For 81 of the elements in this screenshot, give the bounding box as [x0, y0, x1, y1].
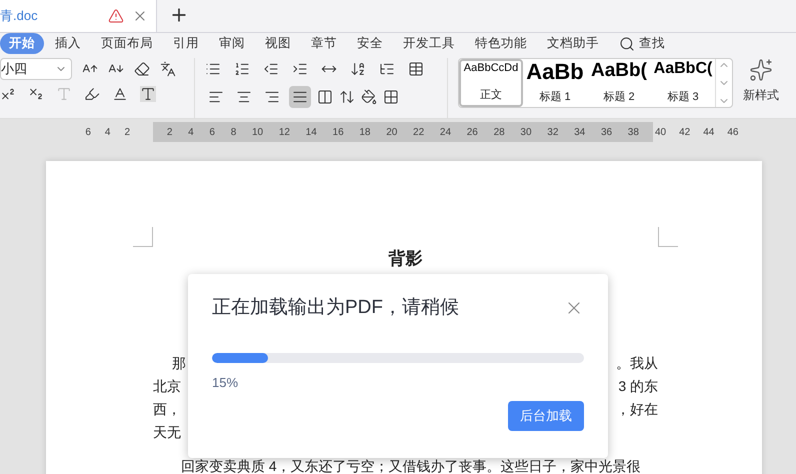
ruler-number: 32	[547, 126, 558, 140]
background-load-button[interactable]: 后台加载	[508, 400, 584, 430]
paragraph-text: 回家变卖典质 4，又东还了亏空；又借钱办了丧事。这些日子，家中光景很	[180, 459, 642, 474]
menu-tab[interactable]: 查找	[610, 33, 674, 54]
subscript-icon[interactable]	[28, 86, 44, 102]
ruler-number: 28	[494, 126, 505, 140]
style-item[interactable]: AaBbCcDd 正文	[459, 59, 523, 107]
highlight-icon[interactable]	[84, 86, 100, 102]
text-fragment: 北京	[153, 377, 181, 396]
ruler-number: 6	[85, 126, 91, 140]
menu-tab[interactable]: 开发工具	[394, 33, 464, 54]
outdent-icon[interactable]	[263, 61, 279, 77]
menu-tab[interactable]: 引用	[164, 33, 208, 54]
style-item[interactable]: AaBb 标题 1	[523, 59, 587, 107]
align-icon	[292, 89, 308, 105]
superscript-icon[interactable]	[0, 86, 16, 102]
ruler-number: 40	[655, 126, 666, 140]
ruler-number: 38	[628, 126, 639, 140]
table-icon[interactable]	[408, 61, 424, 77]
align-icon	[264, 89, 280, 105]
new-style-button[interactable]: 新样式	[743, 58, 779, 104]
progress-percent: 15%	[212, 374, 238, 390]
font-size-field[interactable]: 小四	[0, 58, 72, 80]
menu-tab[interactable]: 章节	[302, 33, 346, 54]
ruler-number: 36	[600, 126, 612, 140]
style-item[interactable]: AaBb( 标题 2	[587, 59, 651, 107]
align-icon	[236, 89, 252, 105]
menu-tab[interactable]: 视图	[256, 33, 300, 54]
ruler-number: 4	[104, 126, 110, 140]
line-spacing-icon[interactable]	[339, 89, 355, 105]
ruler-number: 34	[574, 126, 586, 140]
border-icon[interactable]	[383, 89, 399, 105]
menu-tab[interactable]: 审阅	[210, 33, 254, 54]
ruler-number: 46	[727, 126, 738, 140]
text-fragment: 3 的东	[618, 377, 658, 396]
ruler-number: 42	[679, 126, 690, 140]
font-color-icon[interactable]	[112, 86, 128, 102]
ruler-number: 16	[332, 126, 344, 140]
text-fragment: 。我从	[616, 354, 658, 373]
style-item[interactable]: AaBbC( 标题 3	[651, 59, 715, 107]
eraser-icon[interactable]	[134, 61, 150, 77]
align-icon	[208, 89, 224, 105]
margin-corner	[133, 227, 153, 247]
search-icon	[619, 36, 635, 52]
ruler-number: 24	[440, 126, 452, 140]
numbered-list-icon[interactable]	[234, 61, 250, 77]
dialog-title: 正在加载输出为PDF，请稍候	[212, 296, 459, 320]
text-fragment: 那	[172, 354, 186, 373]
menu-tab[interactable]: 文档助手	[538, 33, 608, 54]
ruler-number: 26	[466, 126, 478, 140]
ruler-number: 30	[520, 126, 532, 140]
ruler-number: 18	[359, 126, 370, 140]
text-fragment: ，好在	[616, 400, 658, 419]
ruler-number: 22	[413, 126, 424, 140]
document-tab[interactable]: 青.doc	[0, 0, 157, 32]
ruler-number: 14	[306, 126, 317, 140]
menu-tab[interactable]: 插入	[46, 33, 90, 54]
ruler-number: 8	[230, 126, 236, 140]
menu-tab[interactable]: 页面布局	[92, 33, 162, 54]
align-button[interactable]	[289, 86, 311, 108]
indent-icon[interactable]	[292, 61, 308, 77]
text-fragment: 天无	[153, 423, 181, 442]
ruler-number: 4	[188, 126, 194, 140]
text-fragment: 西，	[153, 400, 181, 419]
ruler-number: 12	[278, 126, 290, 140]
tab-title: 青.doc	[0, 6, 39, 25]
ruler-number: 44	[703, 126, 714, 140]
ruler-number: 2	[166, 126, 172, 140]
sparkle-icon	[749, 58, 773, 82]
ruler-number: 6	[209, 126, 215, 140]
menu-tab[interactable]: 安全	[348, 33, 392, 54]
margin-corner	[658, 227, 678, 247]
ruler-number: 20	[386, 126, 398, 140]
char-shading-icon[interactable]	[140, 86, 156, 102]
sort-icon[interactable]	[350, 61, 366, 77]
ruler-number: 2	[124, 126, 130, 140]
menu-tab[interactable]: 特色功能	[466, 33, 536, 54]
shading-icon[interactable]	[361, 89, 377, 105]
ruler-number: 10	[252, 126, 264, 140]
document-title: 背影	[388, 249, 422, 269]
phonetic-icon[interactable]	[160, 61, 176, 77]
